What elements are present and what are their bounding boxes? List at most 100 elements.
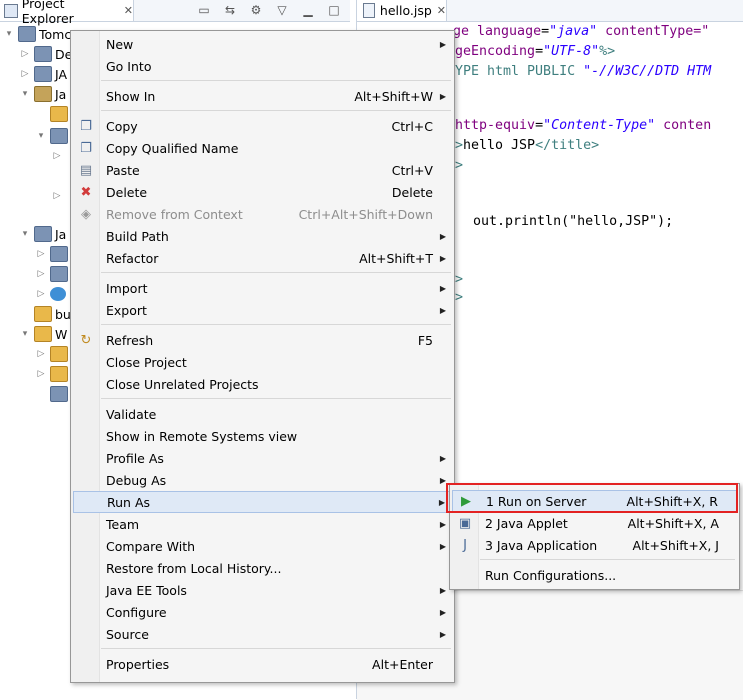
tree-row[interactable]: ▾ W (20, 324, 67, 344)
tree-row[interactable] (52, 166, 62, 186)
submenu-arrow-icon: ▶ (439, 283, 446, 293)
menu-item-debug-as[interactable]: Debug As ▶ (73, 469, 452, 491)
tree-row[interactable]: ▷ (36, 344, 71, 364)
submenu-item-shortcut: Alt+Shift+X, A (627, 515, 719, 531)
menu-item-copy[interactable]: ❐ Copy Ctrl+C (73, 115, 452, 137)
tree-row[interactable]: ▷ (52, 146, 62, 166)
menu-item-show-in-remote-systems-view[interactable]: Show in Remote Systems view (73, 425, 452, 447)
submenu-arrow-icon: ▶ (439, 607, 446, 617)
twisty-icon[interactable]: ▾ (20, 89, 30, 99)
twisty-icon[interactable]: ▷ (36, 349, 46, 359)
code-token: YPE html PUBLIC (455, 64, 584, 79)
tab-project-explorer[interactable]: Project Explorer ✕ (0, 0, 134, 26)
submenu-item-3-java-application[interactable]: J 3 Java Application Alt+Shift+X, J (452, 534, 737, 556)
close-icon[interactable]: ✕ (437, 4, 446, 17)
minimize-icon[interactable]: ▁ (300, 2, 316, 18)
twisty-icon[interactable]: ▾ (36, 131, 46, 141)
menu-item-show-in[interactable]: Show In Alt+Shift+W ▶ (73, 85, 452, 107)
menu-item-refresh[interactable]: ↻ Refresh F5 (73, 329, 452, 351)
menu-item-label: Run As (107, 494, 151, 510)
menu-item-label: Copy Qualified Name (106, 140, 239, 156)
tree-row[interactable] (52, 206, 62, 226)
menu-separator (101, 324, 451, 325)
menu-item-label: Build Path (106, 228, 169, 244)
tree-row[interactable]: ▾ (36, 126, 71, 146)
globe-icon (50, 287, 66, 301)
file-icon (50, 386, 68, 402)
menu-item-go-into[interactable]: Go Into (73, 55, 452, 77)
menu-item-label: Go Into (106, 58, 152, 74)
project-icon (18, 26, 36, 42)
menu-item-refactor[interactable]: Refactor Alt+Shift+T ▶ (73, 247, 452, 269)
menu-item-profile-as[interactable]: Profile As ▶ (73, 447, 452, 469)
tab-project-explorer-label: Project Explorer (21, 0, 74, 26)
twisty-icon[interactable]: ▷ (52, 191, 62, 201)
code-token: = (535, 118, 544, 133)
menu-separator (101, 80, 451, 81)
menu-item-export[interactable]: Export ▶ (73, 299, 452, 321)
twisty-icon[interactable]: ▾ (20, 329, 30, 339)
twisty-icon[interactable]: ▷ (36, 289, 46, 299)
twisty-icon[interactable]: ▷ (36, 369, 46, 379)
tree-row[interactable]: ▷ (36, 364, 71, 384)
view-menu-icon[interactable]: ▽ (274, 2, 290, 18)
twisty-icon[interactable]: ▷ (36, 269, 46, 279)
menu-item-import[interactable]: Import ▶ (73, 277, 452, 299)
tree-row[interactable]: bu (20, 304, 71, 324)
menu-item-new[interactable]: New ▶ (73, 33, 452, 55)
jar-icon (50, 266, 68, 282)
tree-row[interactable] (36, 384, 71, 404)
twisty-icon[interactable]: ▾ (20, 229, 30, 239)
tree-row[interactable]: ▷ (36, 284, 69, 304)
collapse-all-icon[interactable]: ▭ (196, 2, 212, 18)
maximize-icon[interactable]: □ (326, 2, 342, 18)
menu-item-build-path[interactable]: Build Path ▶ (73, 225, 452, 247)
tree-row[interactable]: ▷ De (20, 44, 72, 64)
menu-item-shortcut: Ctrl+V (391, 162, 433, 178)
twisty-icon[interactable]: ▾ (4, 29, 14, 39)
menu-item-delete[interactable]: ✖ Delete Delete (73, 181, 452, 203)
link-with-editor-icon[interactable]: ⇆ (222, 2, 238, 18)
menu-item-properties[interactable]: Properties Alt+Enter (73, 653, 452, 675)
tree-row[interactable]: ▾ Ja (20, 224, 66, 244)
submenu-arrow-icon: ▶ (439, 305, 446, 315)
tree-row[interactable]: ▷ (36, 244, 71, 264)
menu-item-close-project[interactable]: Close Project (73, 351, 452, 373)
menu-item-close-unrelated-projects[interactable]: Close Unrelated Projects (73, 373, 452, 395)
close-icon[interactable]: ✕ (124, 4, 133, 17)
tree-row[interactable]: ▾ Ja (20, 84, 66, 104)
tab-hello-jsp[interactable]: hello.jsp ✕ (357, 0, 447, 21)
menu-item-copy-qualified-name[interactable]: ❐ Copy Qualified Name (73, 137, 452, 159)
menu-item-run-as[interactable]: Run As ▶ (73, 491, 452, 513)
menu-item-compare-with[interactable]: Compare With ▶ (73, 535, 452, 557)
menu-item-team[interactable]: Team ▶ (73, 513, 452, 535)
menu-item-label: Refactor (106, 250, 159, 266)
tree-row[interactable]: ▷ (52, 186, 62, 206)
twisty-icon[interactable]: ▷ (36, 249, 46, 259)
submenu-item-2-java-applet[interactable]: ▣ 2 Java Applet Alt+Shift+X, A (452, 512, 737, 534)
twisty-icon[interactable]: ▷ (20, 69, 30, 79)
menu-item-source[interactable]: Source ▶ (73, 623, 452, 645)
code-line: YPE html PUBLIC "-//W3C//DTD HTM (455, 64, 711, 84)
tree-row[interactable]: ▾ Tomc (4, 24, 71, 44)
menu-item-configure[interactable]: Configure ▶ (73, 601, 452, 623)
menu-item-label: Debug As (106, 472, 167, 488)
twisty-icon[interactable]: ▷ (20, 49, 30, 59)
folder-icon (34, 326, 52, 342)
tree-row[interactable] (36, 104, 71, 124)
menu-item-restore-from-local-history[interactable]: Restore from Local History... (73, 557, 452, 579)
menu-separator (101, 648, 451, 649)
twisty-icon[interactable]: ▷ (52, 151, 62, 161)
code-line: > (455, 272, 463, 292)
paste-icon: ▤ (79, 162, 93, 178)
menu-item-label: Export (106, 302, 147, 318)
menu-item-validate[interactable]: Validate (73, 403, 452, 425)
filter-icon[interactable]: ⚙ (248, 2, 264, 18)
tree-row[interactable]: ▷ JA (20, 64, 67, 84)
code-line: > (455, 158, 463, 178)
menu-item-paste[interactable]: ▤ Paste Ctrl+V (73, 159, 452, 181)
menu-item-java-ee-tools[interactable]: Java EE Tools ▶ (73, 579, 452, 601)
submenu-item-run-configurations[interactable]: Run Configurations... (452, 564, 737, 586)
tree-row[interactable]: ▷ (36, 264, 71, 284)
code-line: http-equiv="Content-Type" conten (455, 118, 711, 138)
